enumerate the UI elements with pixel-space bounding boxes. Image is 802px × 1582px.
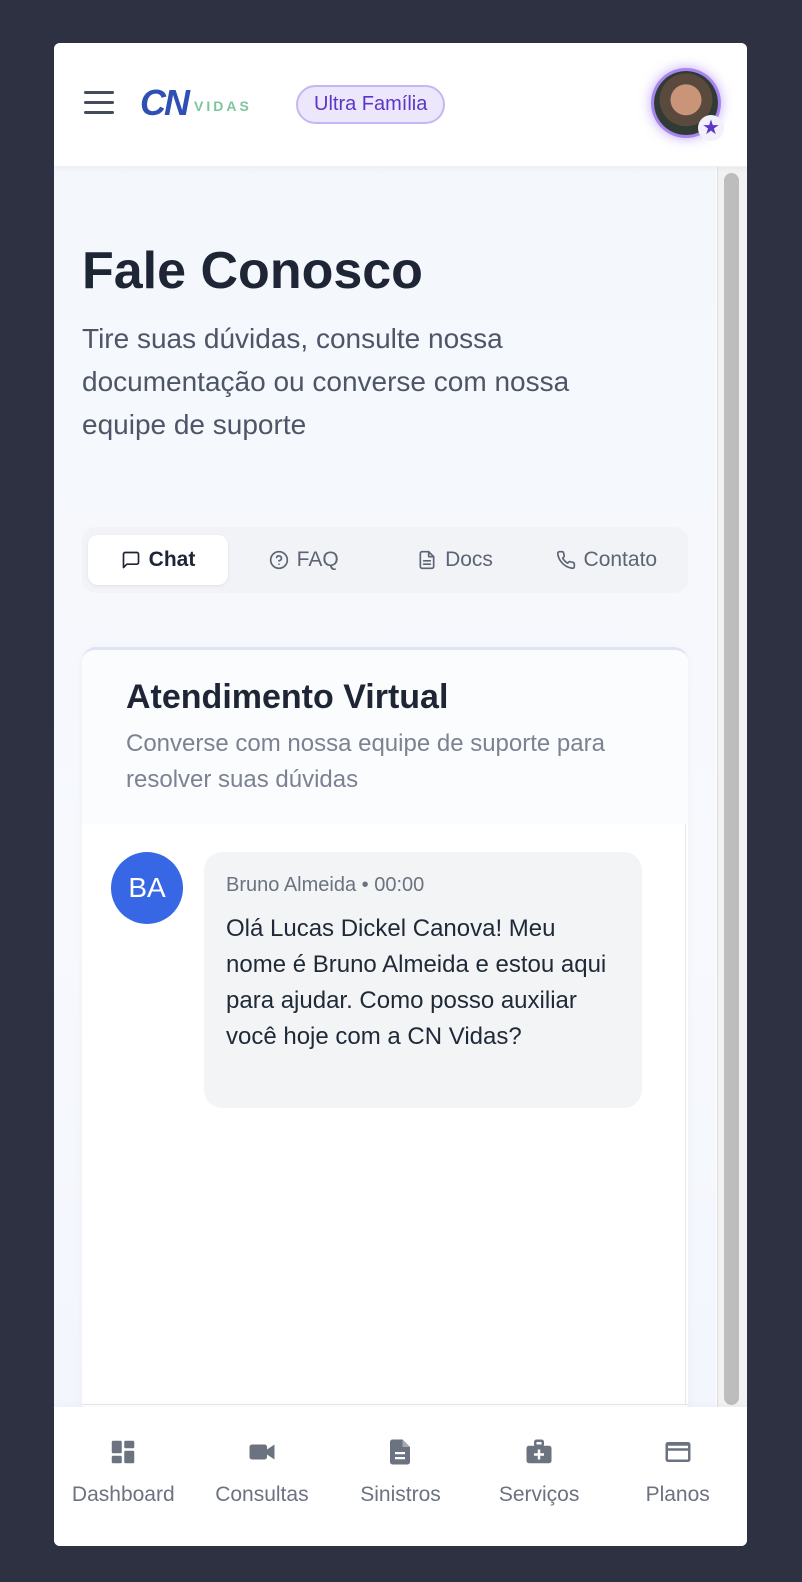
medical-bag-icon bbox=[526, 1439, 552, 1464]
chat-description: Converse com nossa equipe de suporte par… bbox=[126, 730, 605, 793]
top-header: CN VIDAS Ultra Família ★ bbox=[54, 43, 747, 167]
app-window: CN VIDAS Ultra Família ★ Fale Conosco Ti… bbox=[54, 43, 747, 1546]
main-content: Fale Conosco Tire suas dúvidas, consulte… bbox=[54, 167, 716, 1407]
tab-contato-label: Contato bbox=[583, 548, 658, 571]
scrollbar[interactable] bbox=[717, 167, 747, 1407]
nav-item-consultas[interactable]: Consultas bbox=[193, 1437, 332, 1546]
tab-contato[interactable]: Contato bbox=[531, 535, 682, 585]
plan-badge: Ultra Família bbox=[296, 85, 446, 124]
chat-card: Atendimento Virtual Converse com nossa e… bbox=[82, 647, 688, 1407]
cn-vidas-logo[interactable]: CN VIDAS bbox=[140, 82, 252, 123]
hamburger-menu-icon[interactable] bbox=[84, 91, 114, 117]
nav-label-servicos: Serviços bbox=[498, 1483, 580, 1506]
chat-card-header: Atendimento Virtual Converse com nossa e… bbox=[82, 650, 688, 824]
tab-docs[interactable]: Docs bbox=[379, 535, 530, 585]
message-text: Olá Lucas Dickel Canova! Meu nome é Brun… bbox=[226, 915, 607, 1050]
dashboard-icon bbox=[112, 1440, 135, 1464]
scrollbar-thumb[interactable] bbox=[724, 173, 739, 1405]
tab-faq-label: FAQ bbox=[296, 548, 339, 571]
message-meta: Bruno Almeida • 00:00 bbox=[226, 874, 425, 896]
nav-item-sinistros[interactable]: Sinistros bbox=[331, 1437, 470, 1546]
file-text-icon bbox=[419, 550, 435, 570]
help-circle-icon bbox=[269, 550, 288, 570]
support-tabs: Chat FAQ Docs Contato bbox=[82, 527, 688, 593]
message-square-icon bbox=[122, 551, 139, 569]
star-icon: ★ bbox=[698, 115, 724, 141]
agent-avatar: BA bbox=[111, 852, 183, 924]
nav-label-dashboard: Dashboard bbox=[71, 1483, 175, 1506]
nav-label-consultas: Consultas bbox=[215, 1483, 309, 1506]
tab-chat[interactable]: Chat bbox=[88, 535, 228, 585]
chat-title: Atendimento Virtual bbox=[126, 678, 449, 716]
document-icon bbox=[390, 1439, 411, 1465]
nav-label-planos: Planos bbox=[645, 1483, 710, 1506]
page-title: Fale Conosco bbox=[82, 242, 423, 300]
nav-item-dashboard[interactable]: Dashboard bbox=[54, 1437, 193, 1546]
logo-cn-text: CN bbox=[140, 82, 190, 123]
tab-chat-label: Chat bbox=[148, 548, 196, 571]
phone-icon bbox=[556, 550, 575, 570]
nav-label-sinistros: Sinistros bbox=[360, 1483, 441, 1506]
nav-item-planos[interactable]: Planos bbox=[608, 1437, 747, 1546]
message-list: BA Bruno Almeida • 00:00 Olá Lucas Dicke… bbox=[82, 824, 686, 1404]
video-icon bbox=[249, 1444, 275, 1460]
nav-item-servicos[interactable]: Serviços bbox=[470, 1437, 609, 1546]
bottom-navigation: Dashboard Consultas Sinistros Serviços P… bbox=[54, 1407, 747, 1546]
logo-vidas-text: VIDAS bbox=[194, 98, 252, 114]
user-avatar-button[interactable]: ★ bbox=[654, 71, 724, 141]
message-bubble: Bruno Almeida • 00:00 Olá Lucas Dickel C… bbox=[204, 852, 642, 1108]
page-subtitle: Tire suas dúvidas, consulte nossa docume… bbox=[82, 323, 570, 440]
credit-card-icon bbox=[665, 1442, 691, 1462]
tab-docs-label: Docs bbox=[445, 548, 493, 571]
tab-faq[interactable]: FAQ bbox=[228, 535, 379, 585]
